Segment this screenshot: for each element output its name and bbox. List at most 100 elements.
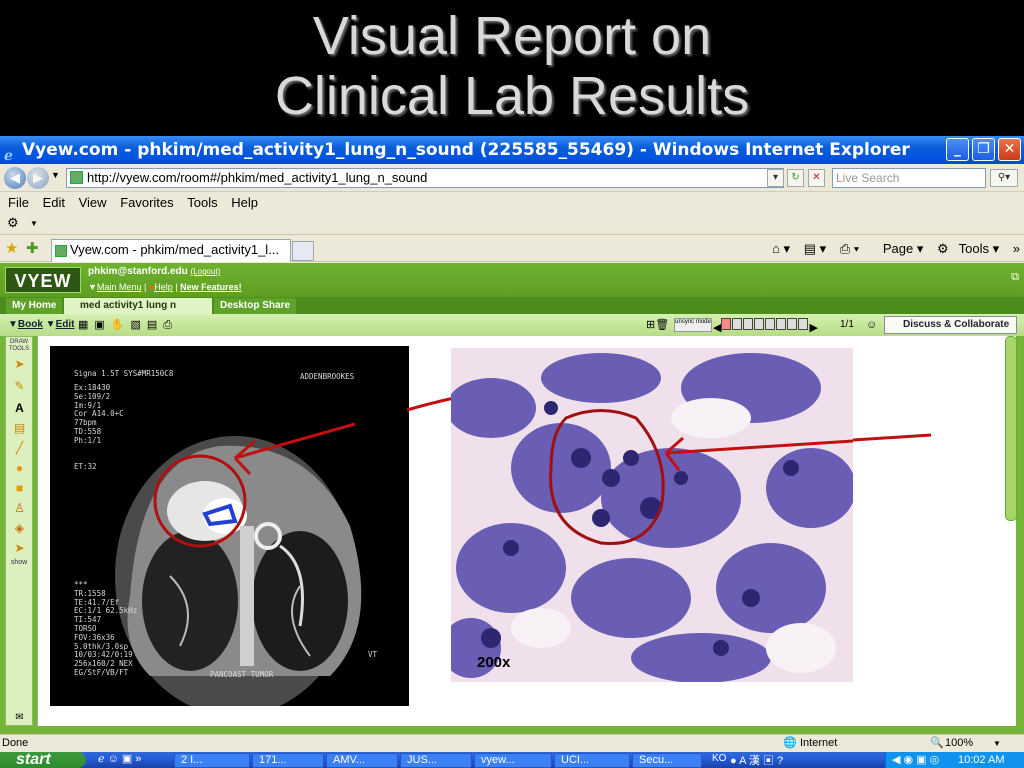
menu-tools[interactable]: Tools	[187, 195, 217, 210]
mri-header-right: ADDENBROOKES	[300, 372, 355, 381]
close-button[interactable]: ✕	[998, 138, 1021, 161]
tab-page-icon	[55, 245, 67, 257]
extra-toolbar: ⚙ ▼	[0, 213, 1024, 235]
address-dropdown-button[interactable]: ▾	[767, 169, 784, 187]
translate-icon[interactable]: ⚙	[7, 215, 19, 231]
eraser-tool-icon[interactable]: ◈	[11, 521, 28, 535]
page-info: 1/1	[840, 319, 854, 330]
taskbar-item-1[interactable]: 2 I...	[174, 753, 250, 768]
slide-title: Visual Report on Clinical Lab Results	[0, 0, 1024, 135]
tab-label: Vyew.com - phkim/med_activity1_l...	[70, 242, 280, 257]
taskbar-item-6[interactable]: UCI...	[554, 753, 630, 768]
stop-button[interactable]: ✕	[808, 169, 825, 187]
popout-icon[interactable]: ⧉	[1011, 271, 1019, 284]
ellipse-tool-icon[interactable]: ●	[11, 461, 28, 475]
next-page-icon[interactable]: ▶	[809, 322, 817, 334]
print-icon[interactable]: ⎙ ▾	[840, 241, 859, 256]
logout-link[interactable]: (Logout)	[191, 267, 221, 276]
history-dropdown-icon[interactable]: ▼	[51, 170, 60, 180]
user-icon[interactable]: ☺	[866, 314, 877, 336]
status-bar: Done 🌐 Internet 🔍 100% ▼	[0, 734, 1024, 752]
canvas-scrollbar[interactable]	[1005, 336, 1017, 521]
refresh-button[interactable]: ↻	[787, 169, 804, 187]
book-menu[interactable]: Book	[18, 319, 43, 330]
taskbar-item-3[interactable]: AMV...	[326, 753, 398, 768]
tools-menu[interactable]: ⚙ Tools ▾	[937, 241, 999, 256]
minimize-button[interactable]: _	[946, 138, 969, 161]
address-row: ◀ ▶ ▼ http://vyew.com/room#/phkim/med_ac…	[0, 164, 1024, 192]
home-icon[interactable]: ⌂ ▾	[772, 241, 790, 256]
clock[interactable]: 10:02 AM	[958, 752, 1004, 768]
menu-help[interactable]: Help	[231, 195, 258, 210]
tab-desktop-share[interactable]: Desktop Share	[214, 298, 297, 314]
discuss-collaborate-button[interactable]: Discuss & Collaborate ▸	[884, 316, 1017, 346]
mri-image: Signa 1.5T SYS#MR150C8 ADDENBROOKES Ex:1…	[50, 346, 409, 706]
page-navigator[interactable]: ◀ ▶	[713, 318, 829, 334]
new-tab-button[interactable]	[292, 241, 314, 261]
new-features-link[interactable]: New Features!	[180, 282, 242, 292]
forward-button[interactable]: ▶	[27, 167, 49, 189]
mri-corner: VT	[368, 650, 378, 659]
note-tool-icon[interactable]: ▤	[11, 421, 28, 435]
address-input[interactable]: http://vyew.com/room#/phkim/med_activity…	[66, 168, 784, 188]
show-label: show	[10, 559, 28, 566]
magnification-label: 200x	[477, 654, 511, 671]
zoom-level[interactable]: 100%	[945, 735, 973, 752]
taskbar-item-7[interactable]: Secu...	[632, 753, 702, 768]
search-button[interactable]: ⚲▾	[990, 169, 1018, 187]
text-tool-icon[interactable]: A	[11, 401, 28, 415]
menu-file[interactable]: File	[8, 195, 29, 210]
add-delete-page-icons[interactable]: ⊞🗑	[646, 314, 669, 336]
more-chevron-icon[interactable]: »	[1013, 241, 1020, 256]
favorites-star-icon[interactable]: ★	[5, 239, 18, 257]
menu-view[interactable]: View	[79, 195, 107, 210]
ime-icons[interactable]: ● A 漢 ▣ ?	[730, 752, 783, 768]
tab-med-activity[interactable]: med activity1 lung n sound	[64, 298, 212, 327]
tab-my-home[interactable]: My Home	[6, 298, 63, 314]
discuss-label: Discuss & Collaborate	[903, 319, 1010, 330]
browser-tab[interactable]: Vyew.com - phkim/med_activity1_l...	[51, 239, 291, 262]
unsync-mode-button[interactable]: unsync mode	[674, 318, 712, 332]
line-tool-icon[interactable]: ╱	[11, 441, 28, 455]
main-menu-link[interactable]: Main Menu	[97, 282, 142, 292]
tray-icons[interactable]: ◀ ◉ ▣ ◎	[892, 754, 939, 766]
feeds-icon[interactable]: ▤ ▾	[804, 241, 826, 256]
annotation-arrow-line	[853, 433, 932, 442]
show-pointer-icon[interactable]: ➤	[11, 541, 28, 555]
chevron-down-icon[interactable]: ▼	[30, 219, 38, 228]
pencil-tool-icon[interactable]: ✎	[11, 379, 28, 393]
quicklaunch-icons[interactable]: ℯ ☺ ▣ »	[98, 752, 141, 765]
edit-menu[interactable]: Edit	[56, 319, 75, 330]
zoom-icon[interactable]: 🔍	[930, 735, 944, 752]
add-favorite-icon[interactable]: ✚	[26, 239, 39, 257]
language-indicator[interactable]: KO	[712, 753, 726, 764]
menu-edit[interactable]: Edit	[43, 195, 65, 210]
page-menu-label: Page	[882, 241, 914, 256]
start-button[interactable]: start	[0, 752, 86, 768]
window-titlebar[interactable]: ℯ Vyew.com - phkim/med_activity1_lung_n_…	[0, 136, 1024, 164]
select-tool-icon[interactable]: ➤	[11, 357, 28, 371]
zoom-dropdown-icon[interactable]: ▼	[993, 735, 1001, 752]
back-button[interactable]: ◀	[4, 167, 26, 189]
help-link[interactable]: Help	[154, 282, 173, 292]
taskbar-item-5[interactable]: vyew...	[474, 753, 552, 768]
toolbar-icons[interactable]: ▦▣✋▧▤⎙	[78, 314, 178, 336]
live-search-input[interactable]: Live Search	[832, 168, 986, 188]
stamp-tool-icon[interactable]: ♙	[11, 501, 28, 515]
mri-header-left: Signa 1.5T SYS#MR150C8	[74, 369, 174, 378]
page-menu[interactable]: Page ▾	[873, 241, 924, 256]
mri-params-bottom: *** TR:1558 TE:41.7/Ef EC:1/1 62.5kHz TI…	[74, 580, 138, 677]
system-tray: ◀ ◉ ▣ ◎ 10:02 AM	[885, 752, 1024, 768]
prev-page-icon[interactable]: ◀	[713, 322, 721, 334]
vyew-toolbar: ▼Book ▼Edit ▦▣✋▧▤⎙ ⊞🗑 unsync mode ◀ ▶ 1/1…	[0, 314, 1024, 346]
rectangle-tool-icon[interactable]: ■	[11, 481, 28, 495]
menu-favorites[interactable]: Favorites	[120, 195, 173, 210]
taskbar: start ℯ ☺ ▣ » 2 I... 171... AMV... JUS..…	[0, 752, 1024, 768]
internet-zone-icon: 🌐	[783, 737, 797, 749]
restore-button[interactable]: ❐	[972, 138, 995, 161]
vyew-logo: VYEW	[5, 267, 81, 293]
mail-icon[interactable]: ✉	[11, 711, 28, 725]
vyew-user-panel: phkim@stanford.edu (Logout) ▼Main Menu |…	[88, 266, 242, 292]
taskbar-item-4[interactable]: JUS...	[400, 753, 472, 768]
taskbar-item-2[interactable]: 171...	[252, 753, 324, 768]
